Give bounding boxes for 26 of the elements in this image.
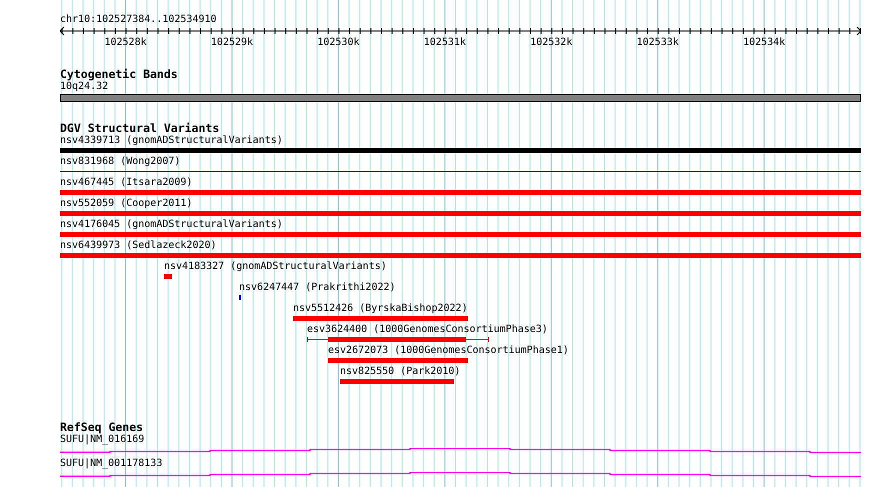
variant-label: nsv4176045 (gnomADStructuralVariants)	[60, 219, 284, 231]
ruler-tick-label: 102531k	[424, 36, 466, 49]
variant-label: nsv552059 (Cooper2011)	[60, 198, 194, 210]
ruler-tick-label: 102530k	[317, 36, 360, 49]
band-label: 10q24.32	[60, 81, 110, 93]
variant-label: nsv4339713 (gnomADStructuralVariants)	[60, 135, 284, 147]
variant-label: nsv467445 (Itsara2009)	[60, 177, 194, 189]
ruler-tick-label: 102529k	[210, 36, 254, 49]
ruler-tick-label: 102533k	[636, 36, 679, 49]
variant-label: nsv5512426 (ByrskaBishop2022)	[293, 303, 469, 315]
track-title: Cytogenetic Bands	[60, 68, 179, 81]
variant-label: nsv4183327 (gnomADStructuralVariants)	[164, 261, 388, 273]
variant-label: nsv6439973 (Sedlazeck2020)	[60, 240, 218, 252]
location-label: chr10:102527384..102534910	[60, 13, 218, 26]
variant-label: esv2672073 (1000GenomesConsortiumPhase1)	[328, 345, 570, 357]
variant-label: nsv825550 (Park2010)	[340, 366, 462, 378]
variant-label: nsv6247447 (Prakrithi2022)	[239, 282, 397, 294]
transcript-label: SUFU|NM_001178133	[60, 458, 164, 470]
track-title: RefSeq Genes	[60, 421, 144, 434]
track-title: DGV Structural Variants	[60, 122, 220, 135]
ruler-tick-label: 102534k	[743, 36, 786, 49]
transcript-label: SUFU|NM_016169	[60, 434, 146, 446]
variant-label: nsv831968 (Wong2007)	[60, 156, 182, 168]
ruler-tick-label: 102528k	[104, 36, 147, 49]
ruler-tick-label: 102532k	[530, 36, 572, 49]
variant-label: esv3624400 (1000GenomesConsortiumPhase3)	[307, 324, 549, 336]
